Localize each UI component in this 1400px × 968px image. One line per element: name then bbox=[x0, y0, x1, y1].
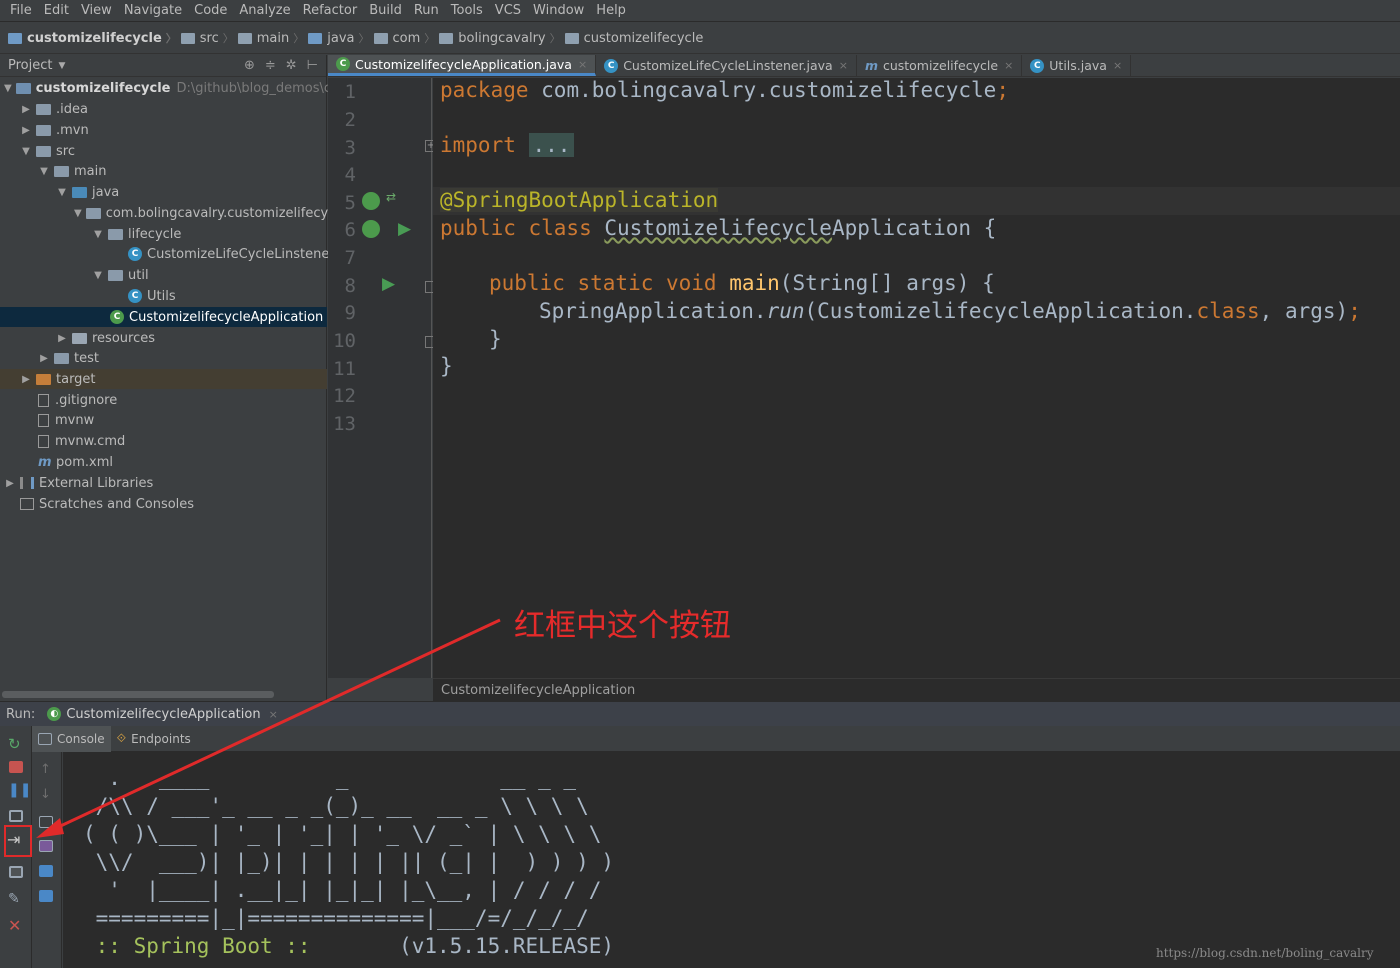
watermark: https://blog.csdn.net/boling_cavalry bbox=[1156, 946, 1374, 960]
annotation-text: 红框中这个按钮 bbox=[514, 608, 731, 644]
annotation-arrow bbox=[36, 618, 501, 838]
